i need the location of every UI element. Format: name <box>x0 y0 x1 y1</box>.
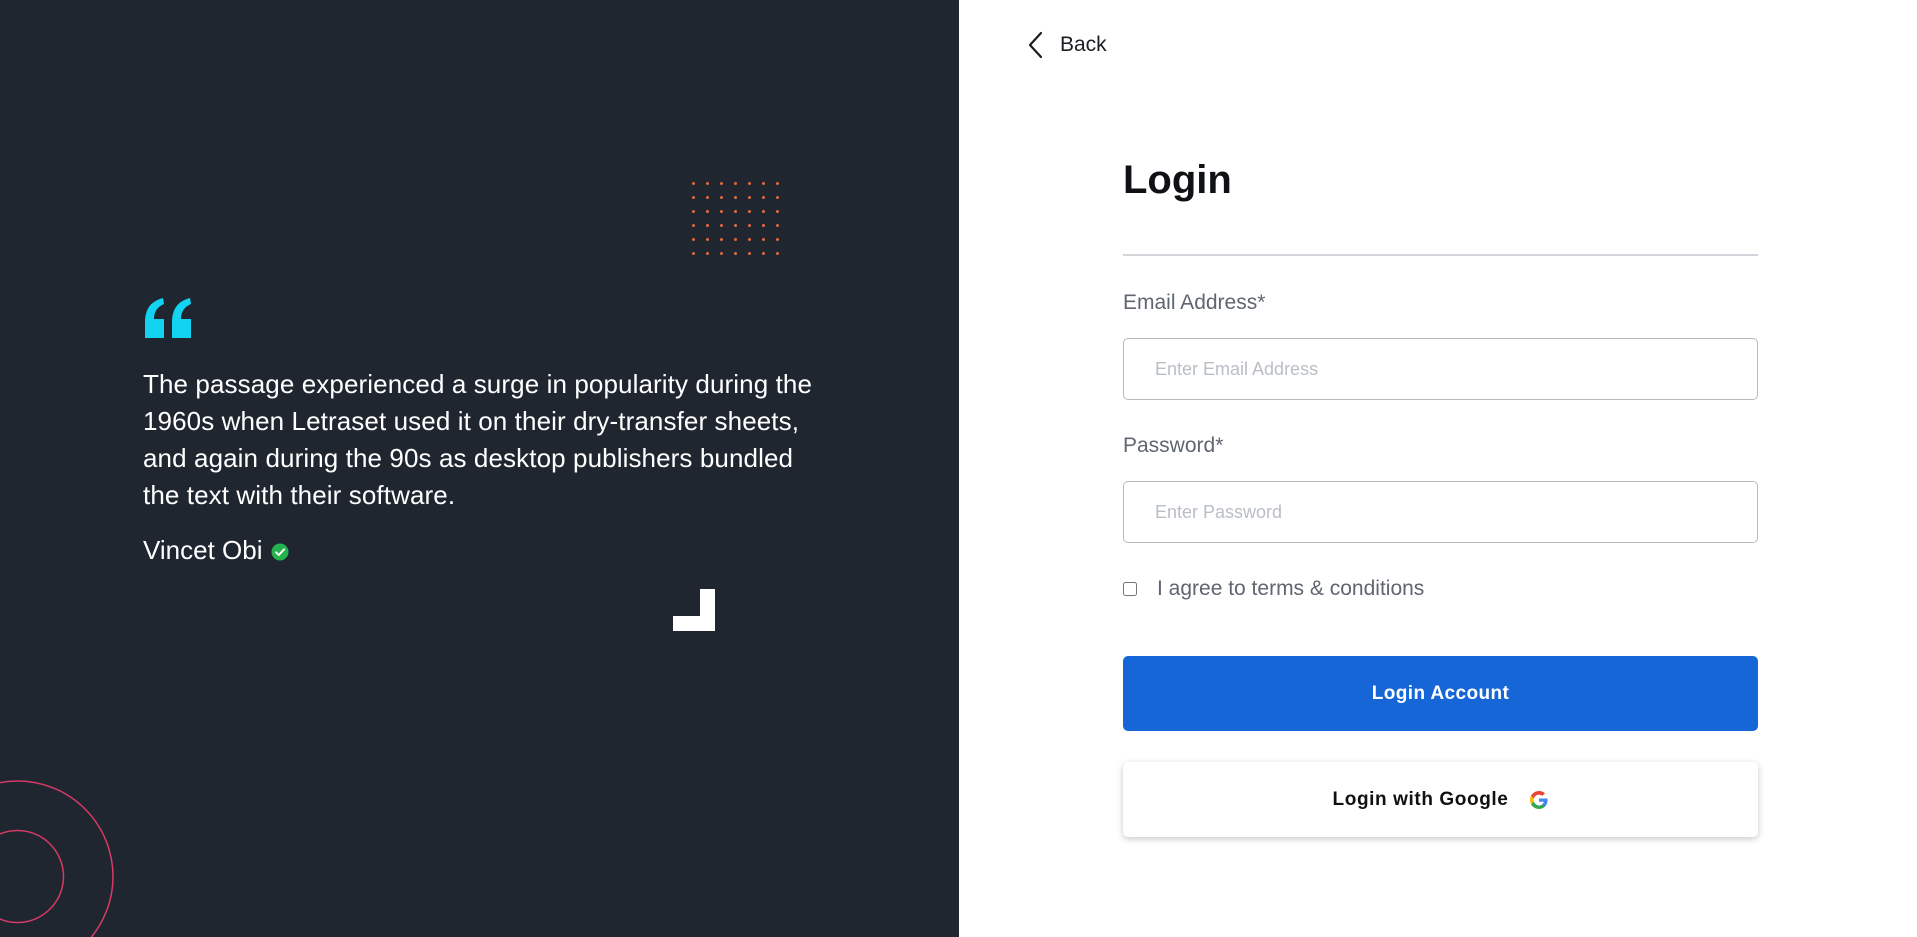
terms-row: I agree to terms & conditions <box>1123 577 1424 601</box>
page-title: Login <box>1123 158 1232 202</box>
title-divider <box>1123 254 1758 256</box>
corner-decoration <box>673 589 715 631</box>
circles-decoration <box>0 780 114 937</box>
password-field[interactable] <box>1123 481 1758 543</box>
chevron-left-icon <box>1028 31 1043 59</box>
testimonial-panel: The passage experienced a surge in popul… <box>0 0 959 937</box>
login-account-button[interactable]: Login Account <box>1123 656 1758 731</box>
google-button-label: Login with Google <box>1332 788 1509 810</box>
login-with-google-button[interactable]: Login with Google <box>1123 762 1758 837</box>
email-label: Email Address* <box>1123 291 1266 314</box>
terms-label[interactable]: I agree to terms & conditions <box>1157 577 1424 601</box>
author-name: Vincet Obi <box>143 534 263 565</box>
google-icon <box>1530 790 1549 809</box>
terms-checkbox[interactable] <box>1123 582 1137 596</box>
verified-check-icon <box>271 543 289 560</box>
password-label: Password* <box>1123 434 1224 457</box>
quote-icon <box>145 298 191 338</box>
email-field[interactable] <box>1123 338 1758 400</box>
login-panel: Back Login Email Address* Password* I ag… <box>959 0 1917 937</box>
dot-pattern <box>692 182 784 262</box>
back-label: Back <box>1060 33 1107 56</box>
back-link[interactable]: Back <box>1026 29 1107 61</box>
testimonial-author: Vincet Obi <box>143 532 289 568</box>
testimonial-quote: The passage experienced a surge in popul… <box>143 369 813 510</box>
